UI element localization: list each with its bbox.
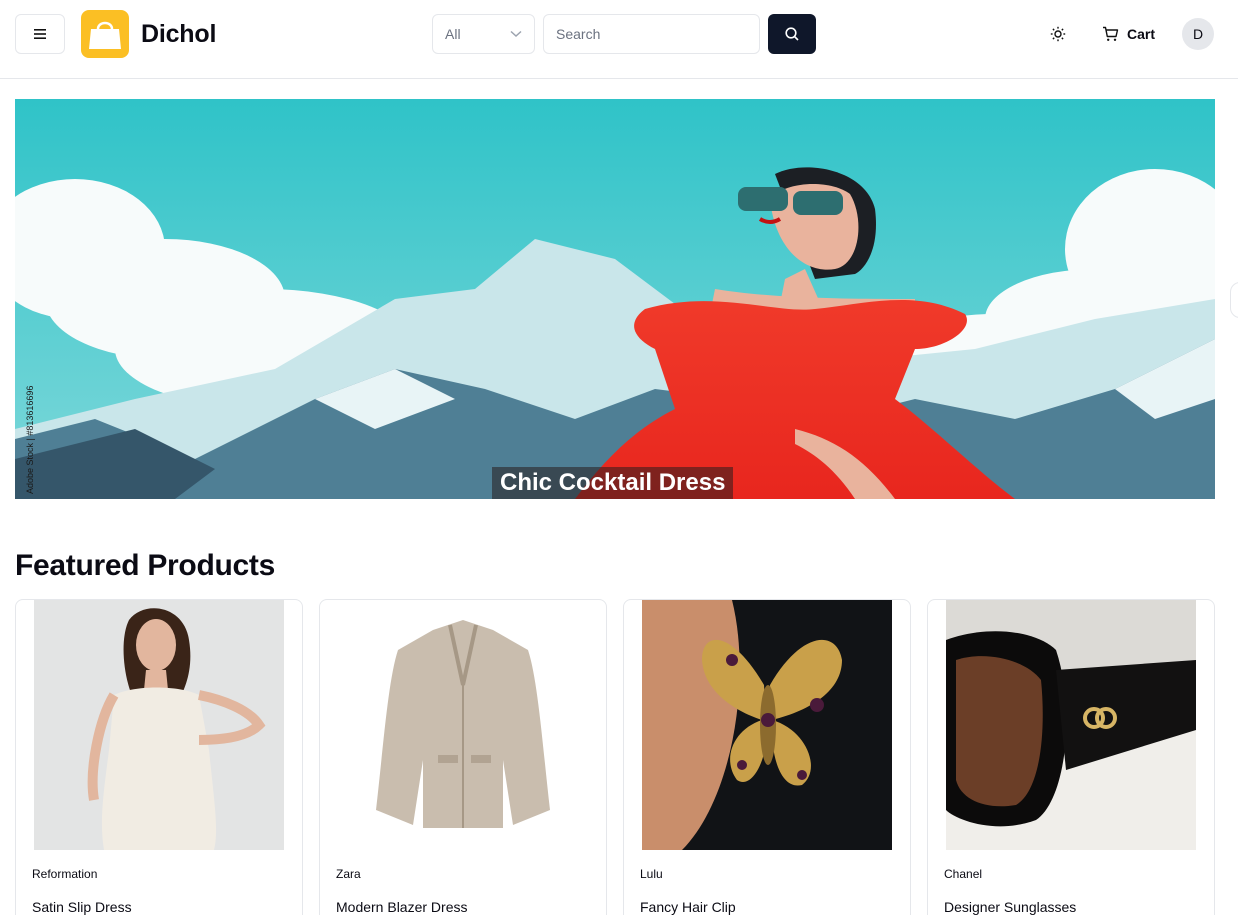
product-brand: Chanel	[944, 867, 983, 881]
hero-watermark-text: Adobe Stock | #813616696	[25, 386, 35, 494]
search-icon	[785, 27, 799, 41]
logo[interactable]	[81, 10, 129, 58]
hamburger-menu-icon	[34, 29, 46, 39]
hero-banner[interactable]: Adobe Stock | #813616696	[15, 99, 1215, 499]
chevron-down-icon	[510, 30, 522, 38]
hero-caption: Chic Cocktail Dress	[492, 467, 734, 499]
section-title-featured: Featured Products	[15, 549, 275, 582]
category-selected-value: All	[445, 26, 461, 42]
product-name[interactable]: Fancy Hair Clip	[640, 899, 736, 915]
product-card[interactable]: Chanel Designer Sunglasses	[927, 599, 1215, 915]
user-avatar[interactable]: D	[1182, 18, 1214, 50]
product-image[interactable]	[946, 600, 1196, 850]
cart-label: Cart	[1127, 26, 1156, 42]
product-card[interactable]: Zara Modern Blazer Dress	[319, 599, 607, 915]
product-name[interactable]: Satin Slip Dress	[32, 899, 132, 915]
category-select[interactable]: All	[432, 14, 535, 54]
menu-button[interactable]	[15, 14, 65, 54]
product-card[interactable]: Reformation Satin Slip Dress	[15, 599, 303, 915]
brand-name[interactable]: Dichol	[141, 18, 216, 50]
product-image[interactable]	[642, 600, 892, 850]
carousel-next-button[interactable]	[1230, 282, 1238, 318]
product-image[interactable]	[34, 600, 284, 850]
product-brand: Zara	[336, 867, 361, 881]
shopping-cart-icon	[1103, 26, 1119, 41]
hero-image: Adobe Stock | #813616696	[15, 99, 1215, 499]
product-brand: Reformation	[32, 867, 98, 881]
cart-button[interactable]: Cart	[1094, 16, 1163, 52]
product-name[interactable]: Designer Sunglasses	[944, 899, 1076, 915]
product-brand: Lulu	[640, 867, 663, 881]
product-name[interactable]: Modern Blazer Dress	[336, 899, 468, 915]
search-input[interactable]	[543, 14, 760, 54]
search-button[interactable]	[768, 14, 816, 54]
product-card[interactable]: Lulu Fancy Hair Clip	[623, 599, 911, 915]
theme-toggle-button[interactable]	[1040, 16, 1076, 52]
product-image[interactable]	[338, 600, 588, 850]
top-navbar: Dichol All Cart D	[0, 0, 1238, 79]
shopping-bag-icon	[89, 21, 121, 49]
sun-icon	[1050, 26, 1066, 42]
